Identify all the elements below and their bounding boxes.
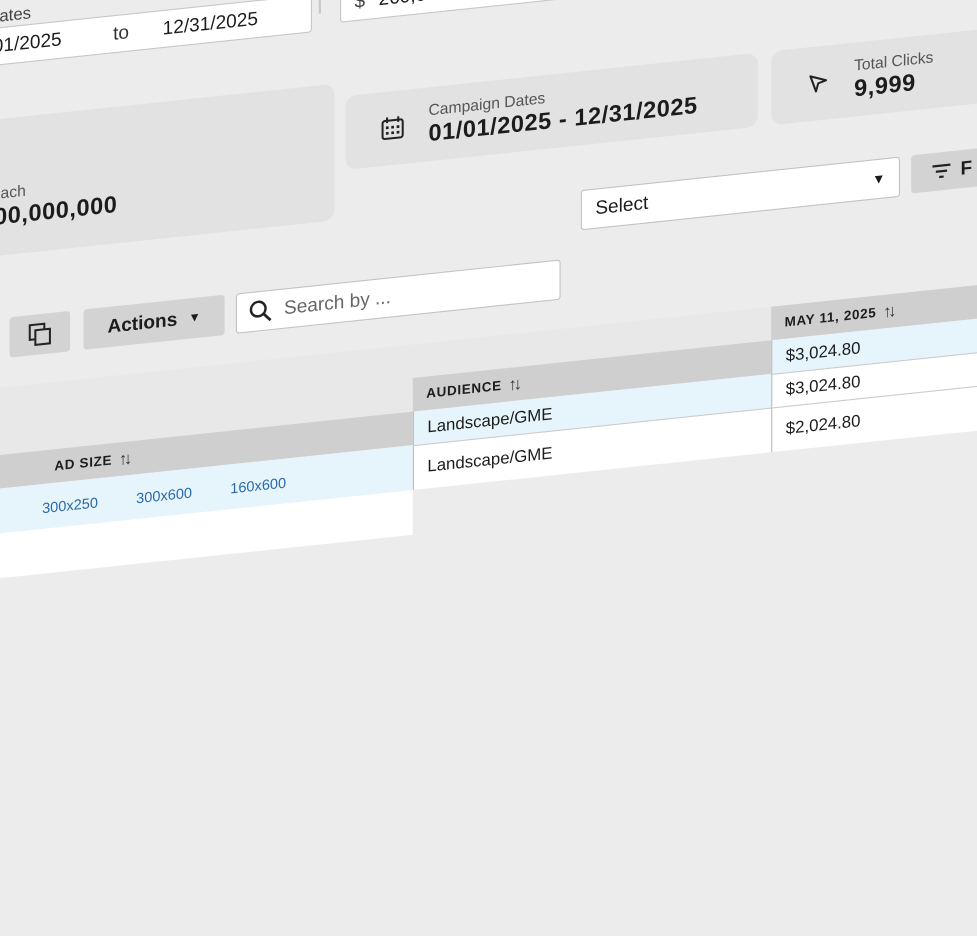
filter-icon [931, 162, 951, 180]
column-date-label: MAY 11, 2025 [785, 305, 877, 330]
duplicate-button[interactable] [10, 311, 70, 358]
stat-card-left: s Reach 100,000,000 ◠ [0, 84, 334, 259]
sort-icon[interactable]: ↑↓ [509, 374, 519, 394]
actions-label: Actions [107, 309, 177, 339]
actions-button[interactable]: Actions ▼ [84, 295, 225, 350]
date-end-value[interactable]: 12/31/2025 [163, 8, 258, 40]
header-row-value: $3,024.80 [786, 338, 861, 365]
ad-size-link[interactable]: 300x250 [42, 494, 98, 517]
ad-size-link[interactable]: 300x600 [136, 484, 192, 507]
caret-down-icon: ▼ [188, 311, 200, 326]
date-range-field[interactable]: 01/2025 to 12/31/2025 [0, 0, 312, 68]
copy-icon [28, 321, 53, 348]
divider [319, 0, 321, 14]
cursor-icon [803, 66, 834, 101]
filter-label: F [960, 157, 972, 181]
currency-symbol: $ [355, 0, 366, 13]
search-input[interactable]: Search by ... [236, 259, 561, 333]
calendar-icon [377, 111, 408, 146]
filter-button[interactable]: F [911, 145, 977, 194]
sort-icon[interactable]: ↑↓ [119, 449, 129, 469]
stat-card-total-clicks: Total Clicks 9,999 [771, 21, 977, 126]
budget-field[interactable]: $ 260,000.00 [340, 0, 676, 23]
column-ad-size-label: AD SIZE [54, 452, 112, 474]
sort-icon[interactable]: ↑↓ [883, 301, 893, 321]
select-placeholder: Select [595, 192, 648, 220]
date-separator: to [113, 21, 129, 45]
ad-size-link[interactable]: 160x600 [230, 474, 286, 497]
audience-value: Landscape/GME [427, 444, 552, 476]
stat-card-campaign-dates: Campaign Dates 01/01/2025 - 12/31/2025 [346, 53, 758, 170]
dashboard-stage: Dates 01/2025 to 12/31/2025 $ 260,000.00… [0, 0, 977, 936]
search-placeholder: Search by ... [284, 286, 391, 320]
budget-value[interactable]: 260,000.00 [379, 0, 474, 11]
total-clicks-value: 9,999 [854, 68, 933, 103]
search-icon [248, 297, 273, 324]
row-value: $2,024.80 [786, 412, 861, 439]
column-audience-label: AUDIENCE [426, 378, 502, 402]
date-start-value[interactable]: 01/2025 [0, 28, 62, 58]
row-value: $3,024.80 [786, 372, 861, 399]
chevron-down-icon: ▼ [872, 170, 885, 187]
select-dropdown[interactable]: Select ▼ [581, 157, 900, 231]
